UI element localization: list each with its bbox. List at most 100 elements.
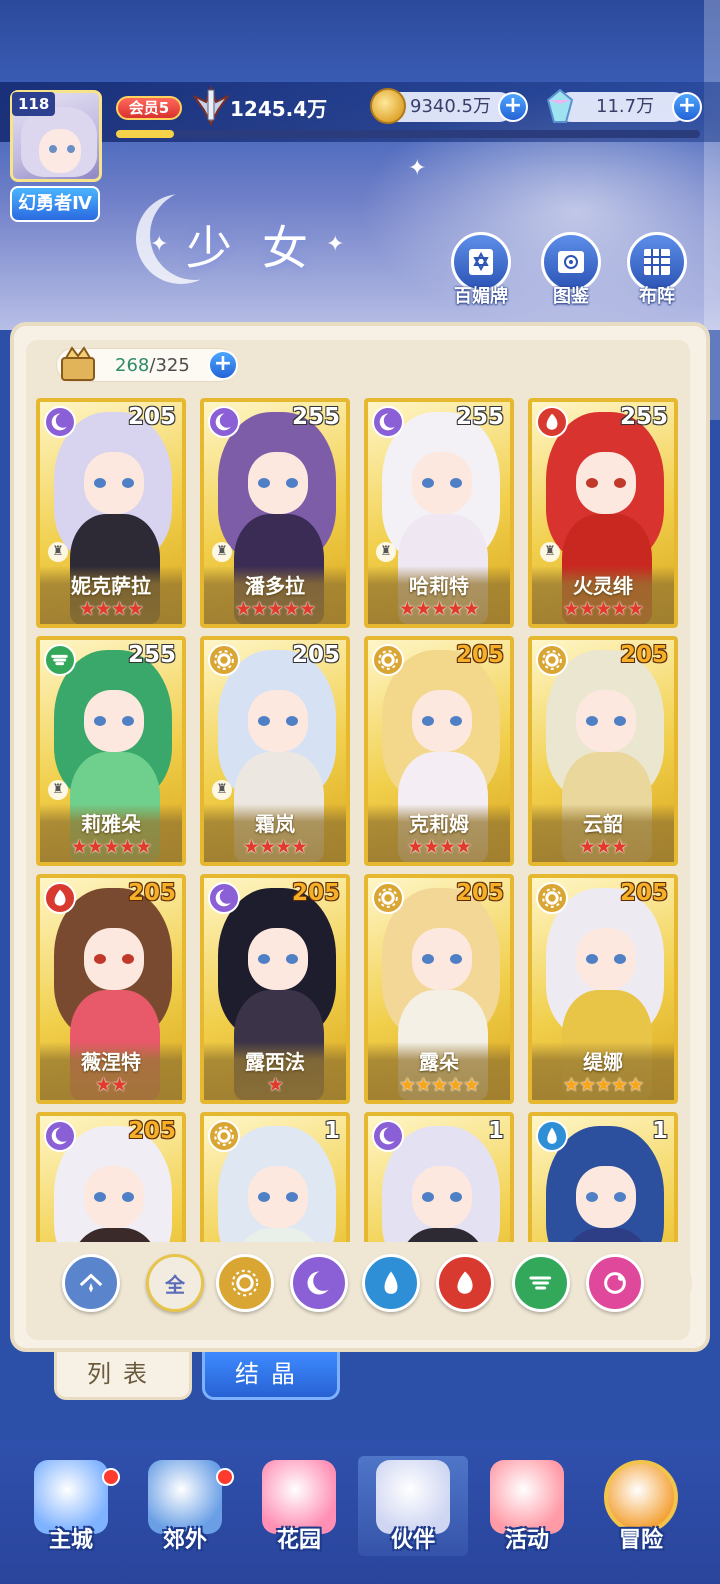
character-name: 克莉姆 xyxy=(409,812,469,836)
star-icon: ★ xyxy=(439,836,456,858)
character-name: 缇娜 xyxy=(583,1050,623,1074)
character-card[interactable]: 255 ♜ 莉雅朵 ★★★★★ xyxy=(36,636,186,866)
filter-wind-button[interactable] xyxy=(512,1254,570,1312)
character-card[interactable]: 255 ♜ 潘多拉 ★★★★★ xyxy=(200,398,350,628)
star-icon: ★ xyxy=(291,836,308,858)
character-card[interactable]: 1 xyxy=(364,1112,514,1242)
star-icon: ★ xyxy=(611,1074,628,1096)
character-face xyxy=(576,928,636,990)
tab-crystal[interactable]: 结晶 xyxy=(202,1352,340,1400)
character-eye xyxy=(422,716,434,726)
character-card[interactable]: 255 ♜ 火灵绯 ★★★★★ xyxy=(528,398,678,628)
add-gems-button[interactable]: + xyxy=(672,92,702,122)
character-face xyxy=(412,928,472,990)
nav-heart-garden[interactable]: 花园 xyxy=(244,1456,354,1556)
star-icon: ★ xyxy=(414,598,432,620)
character-eye xyxy=(450,716,462,726)
star-icon: ★ xyxy=(463,598,480,620)
filter-light-button[interactable] xyxy=(216,1254,274,1312)
character-name: 霜岚 xyxy=(255,812,295,836)
vip-badge[interactable]: 会员5 xyxy=(116,96,182,120)
star-rating: ★★★★★ xyxy=(368,598,510,620)
character-face xyxy=(248,452,308,514)
star-icon: ★ xyxy=(94,598,112,620)
nav-partner[interactable]: 伙伴 xyxy=(358,1456,468,1556)
nav-gift-box[interactable]: 活动 xyxy=(472,1456,582,1556)
character-card[interactable]: 205 薇涅特 ★★ xyxy=(36,874,186,1104)
light-element-icon xyxy=(536,882,568,914)
character-level: 205 xyxy=(619,880,668,906)
crystal-gem-icon xyxy=(546,88,574,123)
codex-label: 图鉴 xyxy=(553,286,589,307)
filter-moon-button[interactable] xyxy=(290,1254,348,1312)
character-card[interactable]: 205 缇娜 ★★★★★ xyxy=(528,874,678,1104)
add-coins-button[interactable]: + xyxy=(498,92,528,122)
star-icon: ★ xyxy=(242,836,260,858)
filter-star-button[interactable] xyxy=(586,1254,644,1312)
character-name: 云韶 xyxy=(583,812,623,836)
angel-element-icon[interactable] xyxy=(62,1254,120,1312)
character-level: 255 xyxy=(619,404,668,430)
light-element-icon xyxy=(536,644,568,676)
player-rank-badge[interactable]: 幻勇者Ⅳ xyxy=(10,186,100,222)
character-face xyxy=(576,690,636,752)
team-member-icon: ♜ xyxy=(376,542,396,562)
character-card[interactable]: 205 露西法 ★ xyxy=(200,874,350,1104)
star-rating: ★★★ xyxy=(532,836,674,858)
star-icon: ★ xyxy=(398,598,416,620)
filter-all-button[interactable]: 全 xyxy=(146,1254,204,1312)
character-card[interactable]: 1 xyxy=(528,1112,678,1242)
character-face xyxy=(412,690,472,752)
character-card[interactable]: 205 ♜ 霜岚 ★★★★ xyxy=(200,636,350,866)
expand-capacity-button[interactable]: + xyxy=(208,350,238,380)
character-eye xyxy=(614,478,626,488)
character-eye xyxy=(286,954,298,964)
codex-button[interactable]: 图鉴 xyxy=(536,232,606,308)
star-rating: ★ xyxy=(204,1074,346,1096)
character-level: 255 xyxy=(291,404,340,430)
light-element-icon xyxy=(208,1120,240,1152)
character-level: 205 xyxy=(127,1118,176,1144)
character-card[interactable]: 205 露朵 ★★★★★ xyxy=(364,874,514,1104)
character-name: 莉雅朵 xyxy=(81,812,141,836)
star-rating: ★★★★★ xyxy=(532,1074,674,1096)
nav-compass[interactable]: 冒险 xyxy=(586,1456,696,1556)
character-face xyxy=(84,1166,144,1228)
star-icon: ★ xyxy=(94,1074,112,1096)
nav-castle[interactable]: 主城 xyxy=(16,1456,126,1556)
character-name: 露朵 xyxy=(419,1050,459,1074)
character-card[interactable]: 205 ♜ 妮克萨拉 ★★★★ xyxy=(36,398,186,628)
character-card[interactable]: 1 xyxy=(200,1112,350,1242)
character-eye xyxy=(94,1192,106,1202)
star-rating: ★★★★★ xyxy=(532,598,674,620)
character-eye xyxy=(586,1192,598,1202)
character-card[interactable]: 255 ♜ 哈莉特 ★★★★★ xyxy=(364,398,514,628)
character-card[interactable]: 205 云韶 ★★★ xyxy=(528,636,678,866)
star-icon: ★ xyxy=(430,598,448,620)
star-icon: ★ xyxy=(578,1074,596,1096)
character-eye xyxy=(586,478,598,488)
character-level: 1 xyxy=(487,1118,504,1144)
filter-water-button[interactable] xyxy=(362,1254,420,1312)
capacity-current: 268 xyxy=(115,355,150,376)
nav-portal[interactable]: 郊外 xyxy=(130,1456,240,1556)
book-icon xyxy=(558,251,584,273)
star-icon: ★ xyxy=(111,598,128,620)
character-name: 薇涅特 xyxy=(81,1050,141,1074)
star-icon: ★ xyxy=(398,1074,416,1096)
sword-power-icon xyxy=(193,86,229,126)
card-deck-button[interactable]: 百媚牌 xyxy=(446,232,516,308)
character-face xyxy=(576,452,636,514)
notification-dot xyxy=(216,1468,234,1486)
team-member-icon: ♜ xyxy=(212,542,232,562)
character-card[interactable]: 205 xyxy=(36,1112,186,1242)
character-card[interactable]: 205 克莉姆 ★★★★ xyxy=(364,636,514,866)
formation-button[interactable]: 布阵 xyxy=(622,232,692,308)
page-title: 少女 xyxy=(186,221,338,275)
character-eye xyxy=(258,478,270,488)
tab-list[interactable]: 列表 xyxy=(54,1352,192,1400)
filter-fire-button[interactable] xyxy=(436,1254,494,1312)
star-icon: ★ xyxy=(111,1074,128,1096)
star-rating: ★★★★★ xyxy=(204,598,346,620)
character-level: 205 xyxy=(291,880,340,906)
